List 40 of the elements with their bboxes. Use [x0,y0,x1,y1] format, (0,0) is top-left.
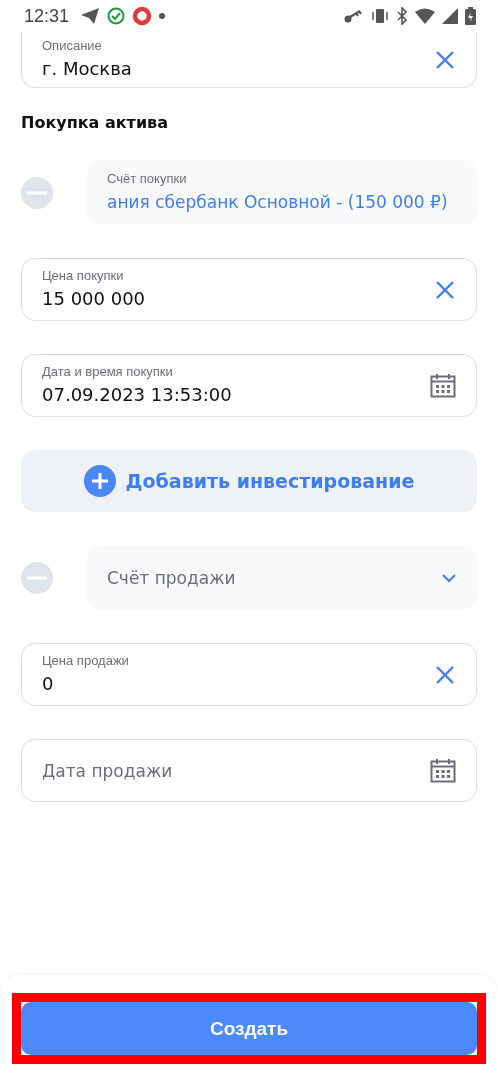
account-dropdown[interactable]: Счёт покупки ания сбербанк Основной - (150 000 ₽) [87,160,477,225]
chevron-down-icon[interactable] [441,572,457,583]
ring-icon [132,6,153,26]
input-field[interactable]: Цена продажи 0 [21,643,477,706]
add-button[interactable]: Добавить инвестирование [21,450,477,512]
bluetooth-icon [396,7,408,25]
signal-icon [442,8,458,24]
field-value: г. Москва [42,57,133,81]
key-icon [344,9,364,23]
field-label: Дата и время покупки [42,364,174,380]
account-dropdown[interactable]: Счёт продажи [87,545,477,610]
field-label: Счёт покупки [107,171,188,187]
vibrate-icon [371,7,389,25]
paper-plane-icon [80,7,101,25]
wifi-icon [415,8,435,24]
field-label: Цена продажи [42,653,130,669]
clock-time: 12:31 [24,5,70,27]
field-value: ания сбербанк Основной - (150 000 ₽) [107,191,449,214]
input-field[interactable]: Описание г. Москва [21,32,477,88]
section-heading: Покупка актива [21,113,169,132]
check-circle-icon [107,7,126,25]
close-icon[interactable] [434,663,456,686]
plus-circle-icon [83,465,116,497]
field-placeholder: Счёт продажи [107,567,237,588]
field-value: 07.09.2023 13:53:00 [42,383,233,407]
calendar-icon[interactable] [430,373,456,398]
input-field[interactable]: Цена покупки 15 000 000 [21,258,477,321]
dot-icon [159,13,166,19]
close-icon[interactable] [434,278,456,301]
field-value: 15 000 000 [42,287,147,311]
create-button[interactable]: Создать [21,1002,477,1055]
field-label: Описание [42,38,103,54]
field-value: 0 [42,672,55,696]
calendar-icon[interactable] [430,758,456,783]
field-label: Цена покупки [42,268,125,284]
battery-icon [465,7,476,25]
field-placeholder: Дата продажи [42,760,174,781]
input-field[interactable]: Дата и время покупки 07.09.2023 13:53:00 [21,354,477,417]
close-icon[interactable] [434,48,456,71]
input-field[interactable]: Дата продажи [21,739,477,802]
